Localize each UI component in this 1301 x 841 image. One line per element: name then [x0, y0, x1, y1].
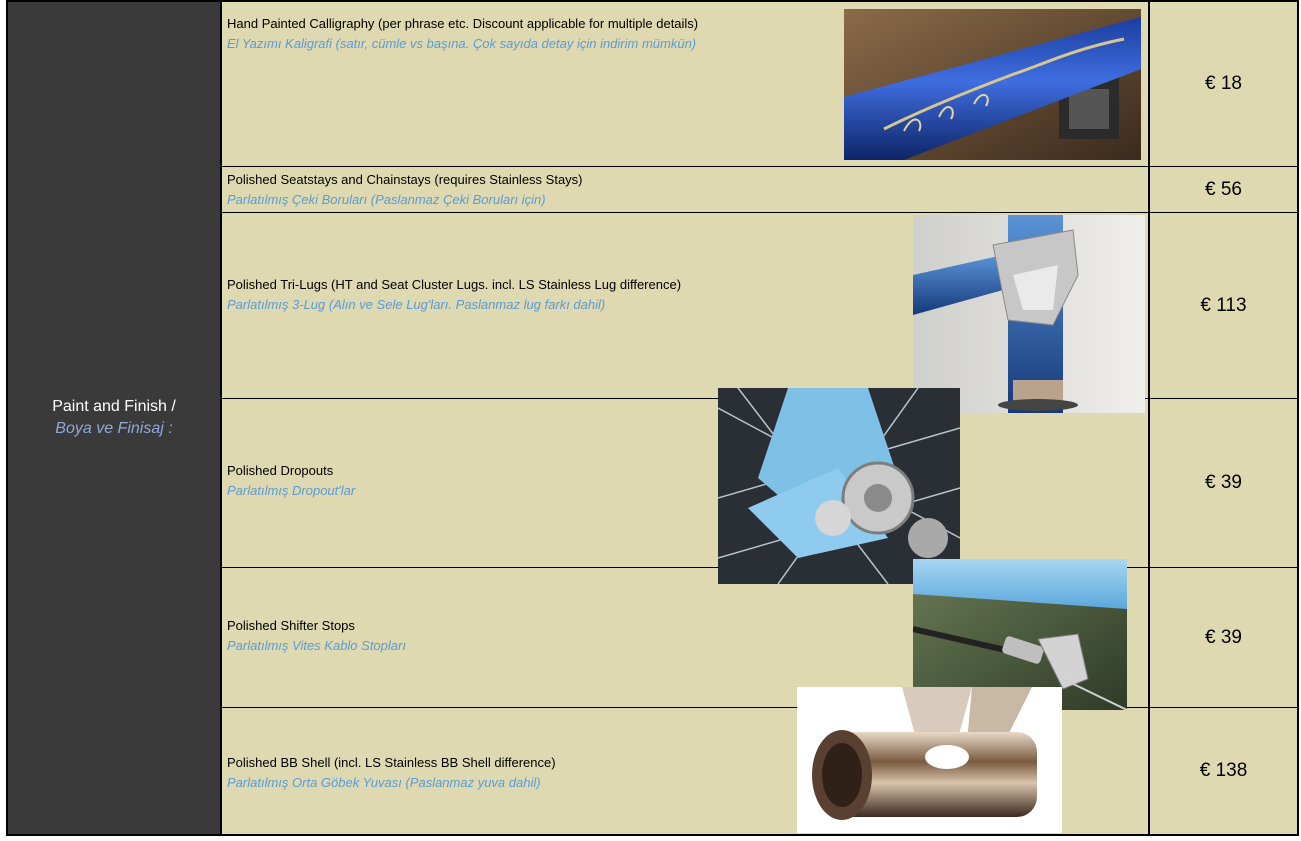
description-tr: Parlatılmış Orta Göbek Yuvası (Paslanmaz… [227, 775, 541, 790]
row-description: Polished Tri-Lugs (HT and Seat Cluster L… [227, 275, 807, 315]
row-description: Hand Painted Calligraphy (per phrase etc… [227, 14, 827, 54]
price-cell: € 56 [1148, 167, 1297, 212]
description-en: Polished Dropouts [227, 463, 334, 478]
row-description: Polished Shifter Stops Parlatılmış Vites… [227, 616, 827, 656]
category-label-en: Paint and Finish / [52, 398, 176, 415]
row-description: Polished Seatstays and Chainstays (requi… [227, 170, 907, 210]
row-description: Polished BB Shell (incl. LS Stainless BB… [227, 753, 787, 793]
description-tr: Parlatılmış 3-Lug (Alın ve Sele Lug'ları… [227, 297, 606, 312]
description-en: Hand Painted Calligraphy (per phrase etc… [227, 16, 699, 31]
category-label-tr: Boya ve Finisaj : [55, 420, 173, 437]
description-en: Polished BB Shell (incl. LS Stainless BB… [227, 755, 556, 770]
price-cell: € 113 [1148, 213, 1297, 398]
description-tr: Parlatılmış Dropout'lar [227, 483, 356, 498]
price-cell: € 138 [1148, 708, 1297, 834]
description-tr: El Yazımı Kaligrafi (satır, cümle vs baş… [227, 36, 697, 51]
price-cell: € 39 [1148, 568, 1297, 707]
dropout-photo [718, 388, 960, 584]
price-table: Paint and Finish / Boya ve Finisaj : Han… [6, 0, 1299, 836]
table-row-shifter-stops: Polished Shifter Stops Parlatılmış Vites… [222, 568, 1297, 708]
calligraphy-tube-photo [844, 9, 1141, 160]
description-tr: Parlatılmış Vites Kablo Stopları [227, 638, 406, 653]
table-row-seatstays: Polished Seatstays and Chainstays (requi… [222, 167, 1297, 213]
category-cell: Paint and Finish / Boya ve Finisaj : [8, 2, 222, 834]
lug-photo [913, 215, 1145, 413]
description-en: Polished Tri-Lugs (HT and Seat Cluster L… [227, 277, 682, 292]
bb-shell-photo [797, 687, 1062, 833]
row-description: Polished Dropouts Parlatılmış Dropout'la… [227, 461, 707, 501]
description-en: Polished Seatstays and Chainstays (requi… [227, 172, 583, 187]
description-en: Polished Shifter Stops [227, 618, 355, 633]
table-row-bb-shell: Polished BB Shell (incl. LS Stainless BB… [222, 708, 1297, 834]
price-cell: € 39 [1148, 399, 1297, 567]
price-cell: € 18 [1148, 2, 1297, 166]
description-tr: Parlatılmış Çeki Boruları (Paslanmaz Çek… [227, 192, 546, 207]
